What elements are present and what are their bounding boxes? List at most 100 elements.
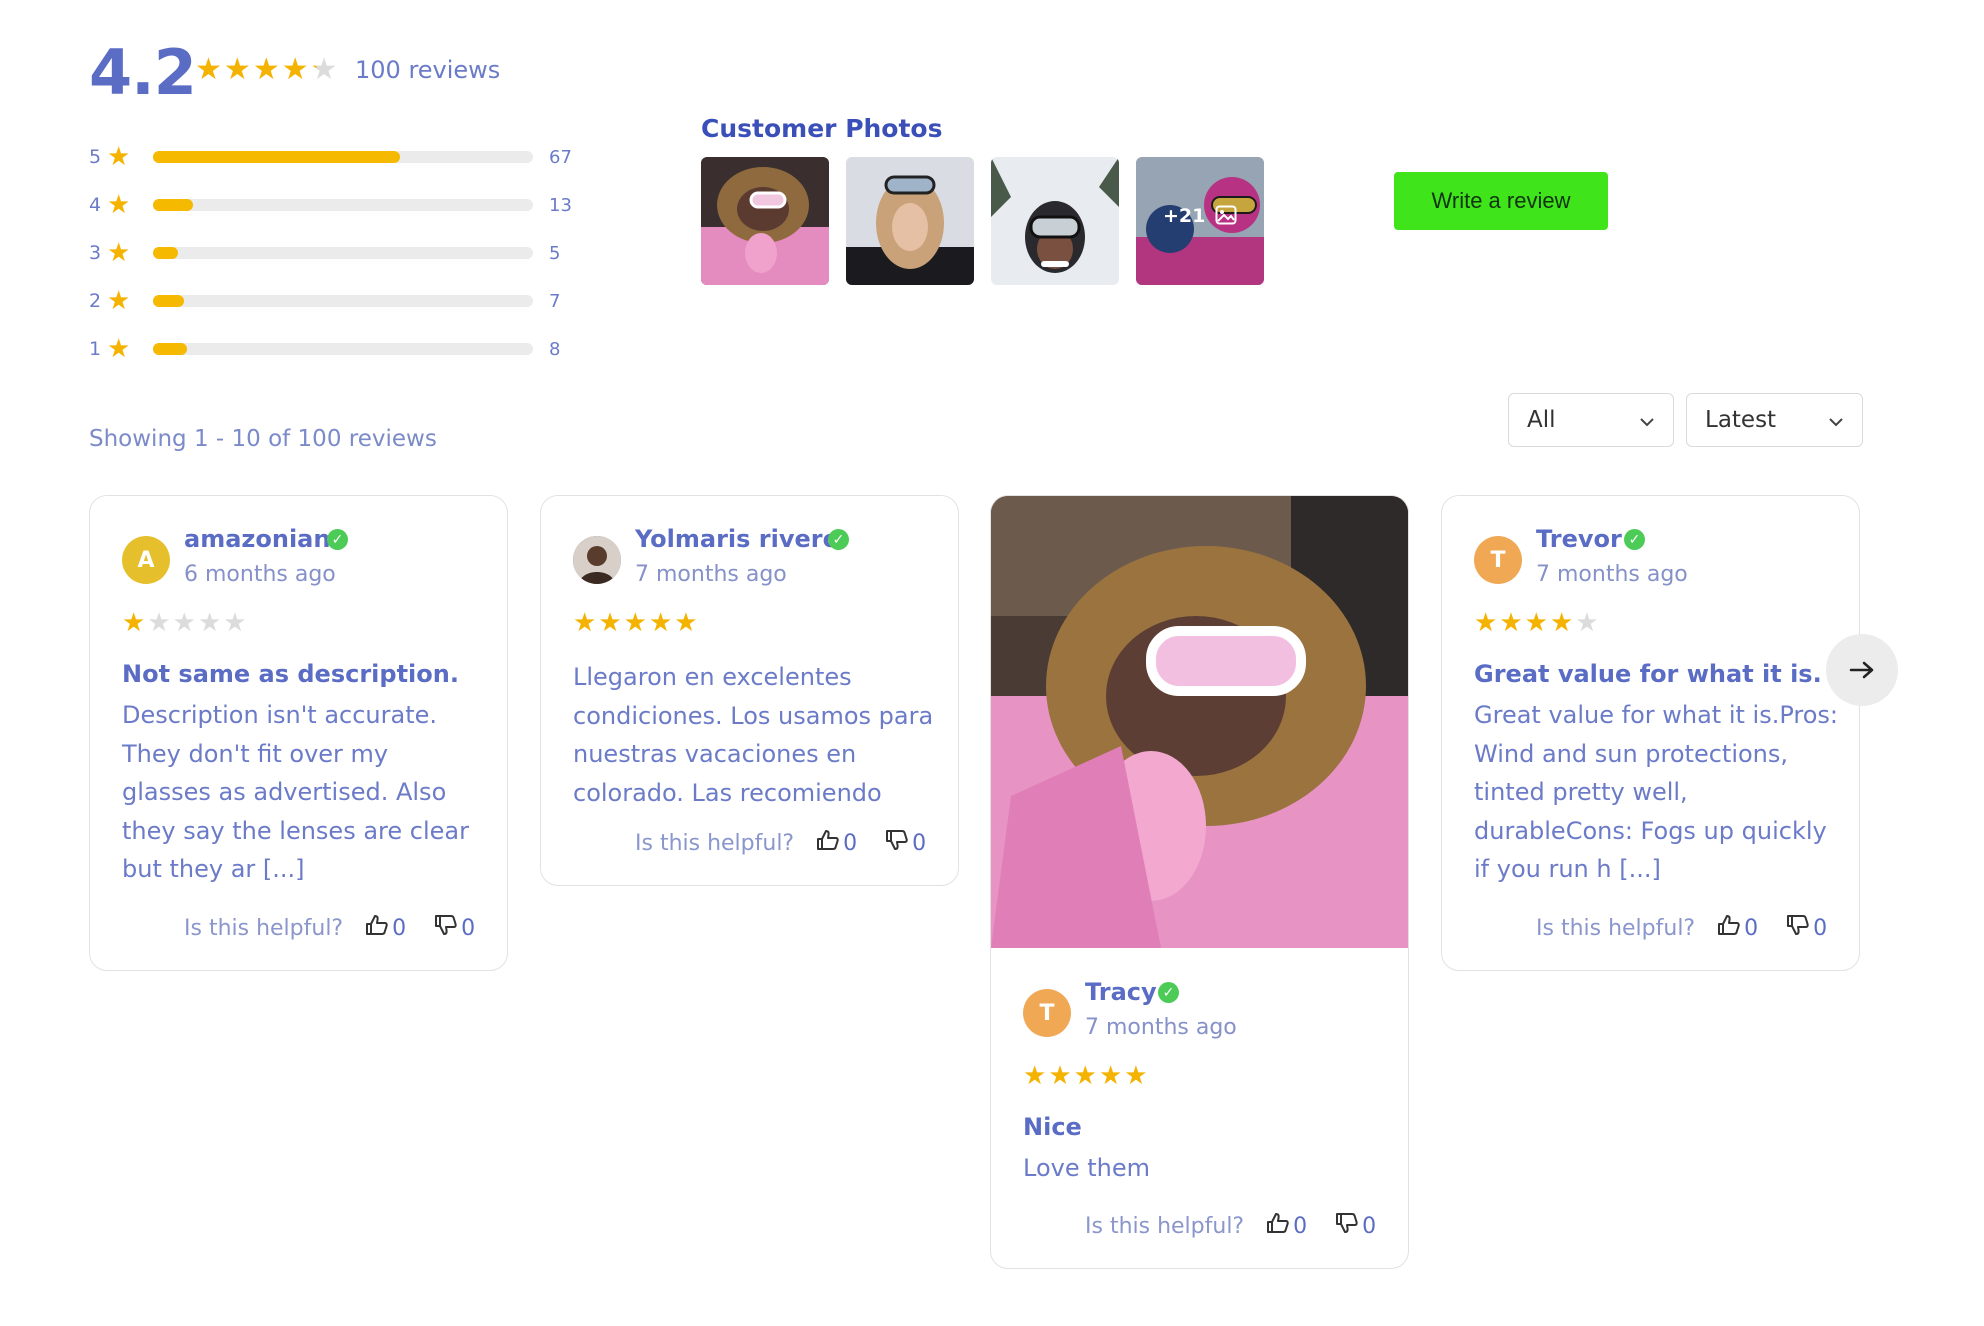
star-icon: ★ — [172, 608, 196, 638]
distribution-star-level: 2 — [89, 290, 102, 312]
average-rating: 4.2 — [89, 36, 197, 109]
thumbs-up-button[interactable]: 0 — [365, 914, 406, 942]
distribution-count: 7 — [549, 290, 561, 312]
helpful-label: Is this helpful? — [1536, 915, 1696, 941]
review-title: Not same as description. — [122, 660, 459, 688]
distribution-row[interactable]: 2 ★ 7 — [89, 286, 560, 316]
thumbs-down-count: 0 — [461, 915, 476, 941]
star-icon: ★ — [1524, 608, 1548, 638]
chevron-down-icon — [1639, 407, 1655, 433]
review-card: A amazonian ✓ 6 months ago ★ ★ ★ ★ ★ Not sam… — [89, 495, 508, 971]
rating-filter-select[interactable]: All — [1508, 393, 1674, 447]
distribution-row[interactable]: 4 ★ 13 — [89, 190, 572, 220]
star-icon: ★ — [1474, 608, 1498, 638]
helpful-label: Is this helpful? — [1085, 1213, 1245, 1239]
thumbs-up-button[interactable]: 0 — [1717, 914, 1758, 942]
review-stars: ★ ★ ★ ★ ★ — [573, 608, 698, 638]
thumbs-up-icon — [816, 829, 843, 857]
more-photos-count: +21 — [1136, 205, 1264, 230]
star-icon: ★ — [674, 608, 698, 638]
star-icon: ★ — [107, 238, 131, 268]
helpful-row: Is this helpful? 0 0 — [635, 829, 954, 857]
distribution-bar-fill — [153, 199, 193, 211]
thumbs-down-icon — [1335, 1212, 1362, 1240]
distribution-bar — [153, 199, 533, 211]
review-stars: ★ ★ ★ ★ ★ — [122, 608, 247, 638]
review-photo[interactable] — [991, 496, 1408, 948]
write-review-button[interactable]: Write a review — [1394, 172, 1608, 230]
star-icon: ★ — [1575, 608, 1599, 638]
star-icon: ★ — [107, 190, 131, 220]
distribution-bar — [153, 151, 533, 163]
star-icon: ★ — [252, 52, 280, 87]
thumbs-down-button[interactable]: 0 — [885, 829, 926, 857]
thumbs-down-button[interactable]: 0 — [1335, 1212, 1376, 1240]
distribution-star-level: 4 — [89, 194, 102, 216]
review-author: Trevor — [1536, 525, 1622, 553]
distribution-bar-fill — [153, 151, 400, 163]
thumbs-up-count: 0 — [392, 915, 407, 941]
star-icon: ★ — [1098, 1061, 1123, 1091]
review-stars: ★ ★ ★ ★ ★ — [1023, 1061, 1148, 1091]
rating-filter-value: All — [1527, 407, 1556, 433]
star-icon: ★ — [281, 52, 309, 87]
thumbs-down-count: 0 — [1362, 1213, 1377, 1239]
helpful-label: Is this helpful? — [184, 915, 344, 941]
customer-photo-3[interactable] — [991, 157, 1119, 285]
star-icon: ★ — [223, 608, 247, 638]
helpful-row: Is this helpful? 0 0 — [184, 914, 503, 942]
review-author: Tracy — [1085, 978, 1157, 1006]
thumbs-down-button[interactable]: 0 — [1786, 914, 1827, 942]
customer-photo-4[interactable]: +21 — [1136, 157, 1264, 285]
thumbs-up-count: 0 — [843, 830, 858, 856]
thumbs-up-button[interactable]: 0 — [816, 829, 857, 857]
thumbs-up-icon — [1717, 914, 1744, 942]
star-icon: ★ — [573, 608, 597, 638]
review-body: Great value for what it is.Pros: Wind an… — [1474, 701, 1839, 883]
distribution-bar — [153, 343, 533, 355]
thumbs-down-button[interactable]: 0 — [434, 914, 475, 942]
distribution-row[interactable]: 5 ★ 67 — [89, 142, 572, 172]
verified-icon: ✓ — [1624, 529, 1645, 550]
customer-photo-2[interactable] — [846, 157, 974, 285]
showing-count: Showing 1 - 10 of 100 reviews — [89, 426, 437, 452]
distribution-row[interactable]: 1 ★ 8 — [89, 334, 560, 364]
distribution-row[interactable]: 3 ★ 5 — [89, 238, 560, 268]
review-card: Yolmaris rivero ✓ 7 months ago ★ ★ ★ ★ ★ Lle… — [540, 495, 959, 886]
star-icon: ★ — [310, 52, 338, 87]
sort-select[interactable]: Latest — [1686, 393, 1863, 447]
verified-icon: ✓ — [1158, 982, 1179, 1003]
distribution-star-level: 3 — [89, 242, 102, 264]
verified-icon: ✓ — [828, 529, 849, 550]
review-body: Llegaron en excelentes condiciones. Los … — [573, 663, 934, 807]
distribution-count: 5 — [549, 242, 561, 264]
review-date: 6 months ago — [184, 562, 336, 587]
review-title: Great value for what it is. — [1474, 660, 1822, 688]
review-card: T Tracy ✓ 7 months ago ★ ★ ★ ★ ★ Nice Love t… — [990, 495, 1409, 1269]
review-title: Nice — [1023, 1113, 1082, 1141]
thumbs-up-icon — [1266, 1212, 1293, 1240]
review-body: Description isn't accurate. They don't f… — [122, 701, 469, 883]
next-arrow-button[interactable] — [1826, 634, 1898, 706]
distribution-count: 13 — [549, 194, 572, 216]
star-icon: ★ — [1124, 1061, 1148, 1091]
sort-value: Latest — [1705, 407, 1777, 433]
review-stars: ★ ★ ★ ★ ★ — [1474, 608, 1599, 638]
review-date: 7 months ago — [1536, 562, 1688, 587]
star-icon: ★ — [623, 608, 647, 638]
distribution-bar-fill — [153, 247, 178, 259]
thumbs-up-count: 0 — [1744, 915, 1759, 941]
star-icon: ★ — [197, 608, 222, 638]
star-icon: ★ — [147, 608, 171, 638]
customer-photo-1[interactable] — [701, 157, 829, 285]
avatar: A — [122, 536, 170, 584]
star-icon: ★ — [122, 608, 146, 638]
review-author: Yolmaris rivero — [635, 525, 840, 553]
distribution-count: 8 — [549, 338, 561, 360]
helpful-label: Is this helpful? — [635, 830, 795, 856]
thumbs-up-count: 0 — [1293, 1213, 1308, 1239]
thumbs-up-button[interactable]: 0 — [1266, 1212, 1307, 1240]
distribution-bar — [153, 247, 533, 259]
star-icon: ★ — [107, 142, 131, 172]
helpful-row: Is this helpful? 0 0 — [1536, 914, 1855, 942]
